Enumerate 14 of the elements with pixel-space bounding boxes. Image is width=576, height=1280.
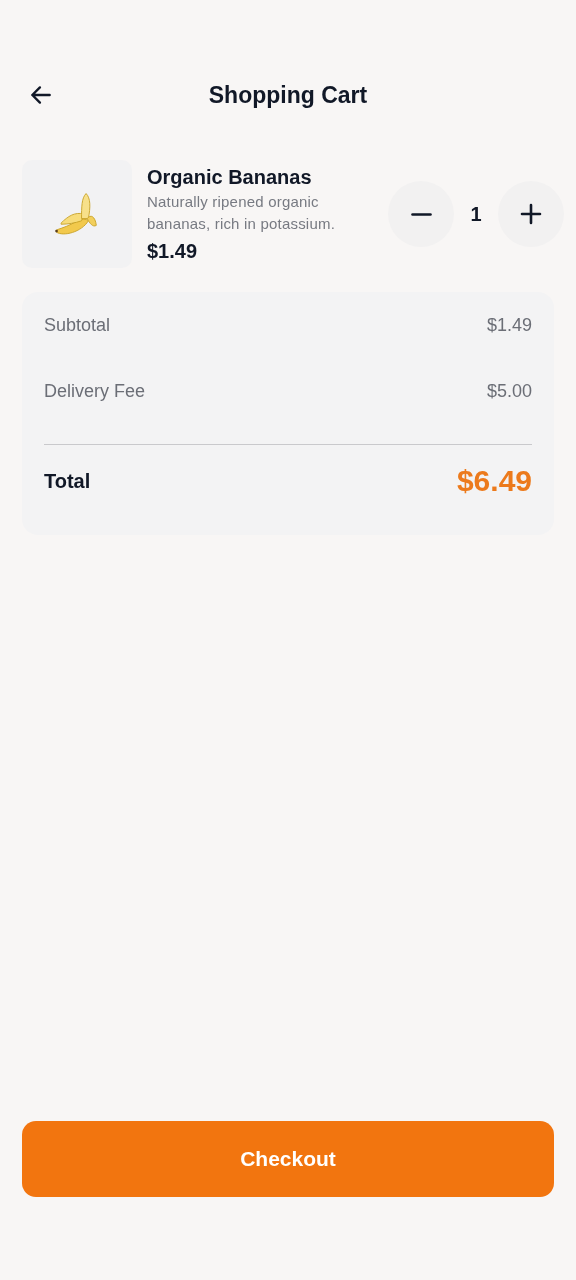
- product-name: Organic Bananas: [147, 165, 313, 189]
- total-label: Total: [44, 469, 91, 493]
- minus-icon: [410, 212, 432, 216]
- summary-label: Delivery Fee: [44, 380, 146, 402]
- product-price: $1.49: [147, 239, 199, 263]
- total-amount: $6.49: [456, 464, 532, 498]
- plus-icon: [519, 202, 543, 226]
- summary-amount: $5.00: [486, 380, 532, 402]
- product-description: Naturally ripened organic bananas, rich in potassium.: [147, 191, 336, 234]
- summary-amount: $1.49: [486, 314, 532, 336]
- summary-label: Subtotal: [44, 314, 111, 336]
- screen-title: Shopping Cart: [207, 81, 369, 109]
- quantity-value: 1: [469, 202, 483, 226]
- checkout-button[interactable]: Checkout: [22, 1121, 554, 1197]
